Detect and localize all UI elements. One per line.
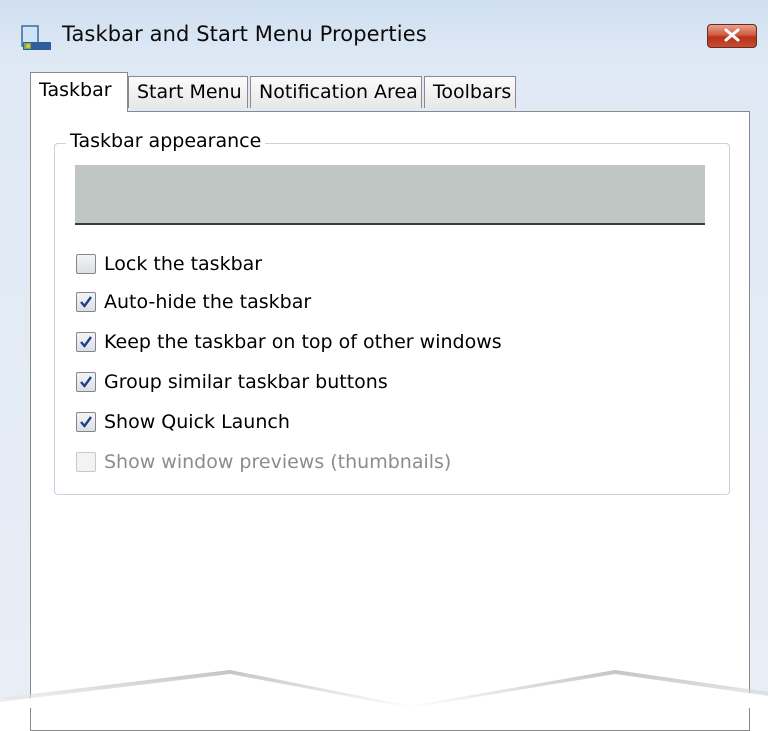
checkmark-icon	[80, 376, 92, 388]
option-group-buttons[interactable]: Group similar taskbar buttons	[76, 368, 388, 396]
taskbar-preview	[75, 165, 705, 225]
option-lock-taskbar[interactable]: Lock the taskbar	[76, 250, 262, 278]
option-quick-launch[interactable]: Show Quick Launch	[76, 408, 290, 436]
tab-label: Notification Area	[259, 81, 418, 103]
checkbox[interactable]	[76, 332, 96, 352]
taskbar-properties-icon	[20, 22, 54, 54]
tab-notification-area[interactable]: Notification Area	[250, 76, 422, 108]
option-keep-on-top[interactable]: Keep the taskbar on top of other windows	[76, 328, 502, 356]
title-bar[interactable]: Taskbar and Start Menu Properties	[0, 0, 768, 62]
close-button[interactable]	[707, 24, 757, 48]
window-title: Taskbar and Start Menu Properties	[62, 22, 427, 46]
checkmark-icon	[80, 296, 92, 308]
torn-edge	[0, 670, 768, 708]
checkbox[interactable]	[76, 372, 96, 392]
tab-label: Toolbars	[433, 81, 512, 103]
option-label: Keep the taskbar on top of other windows	[104, 331, 502, 353]
tab-start-menu[interactable]: Start Menu	[128, 76, 248, 108]
tab-label: Start Menu	[137, 81, 242, 103]
checkbox[interactable]	[76, 292, 96, 312]
option-label: Show Quick Launch	[104, 411, 290, 433]
checkbox-disabled	[76, 452, 96, 472]
checkbox[interactable]	[76, 412, 96, 432]
checkmark-icon	[80, 336, 92, 348]
close-x-icon	[723, 27, 741, 46]
option-label: Auto-hide the taskbar	[104, 291, 312, 313]
tab-taskbar[interactable]: Taskbar	[30, 72, 128, 112]
option-label: Group similar taskbar buttons	[104, 371, 388, 393]
checkmark-icon	[80, 416, 92, 428]
tab-toolbars[interactable]: Toolbars	[424, 76, 516, 108]
option-window-previews: Show window previews (thumbnails)	[76, 448, 451, 476]
option-label: Lock the taskbar	[104, 253, 263, 275]
option-label: Show window previews (thumbnails)	[104, 451, 452, 473]
tab-label: Taskbar	[39, 79, 112, 101]
option-auto-hide[interactable]: Auto-hide the taskbar	[76, 288, 311, 316]
dialog-window: Taskbar and Start Menu Properties Taskba…	[0, 0, 768, 731]
group-label: Taskbar appearance	[66, 130, 266, 152]
checkbox[interactable]	[76, 254, 96, 274]
